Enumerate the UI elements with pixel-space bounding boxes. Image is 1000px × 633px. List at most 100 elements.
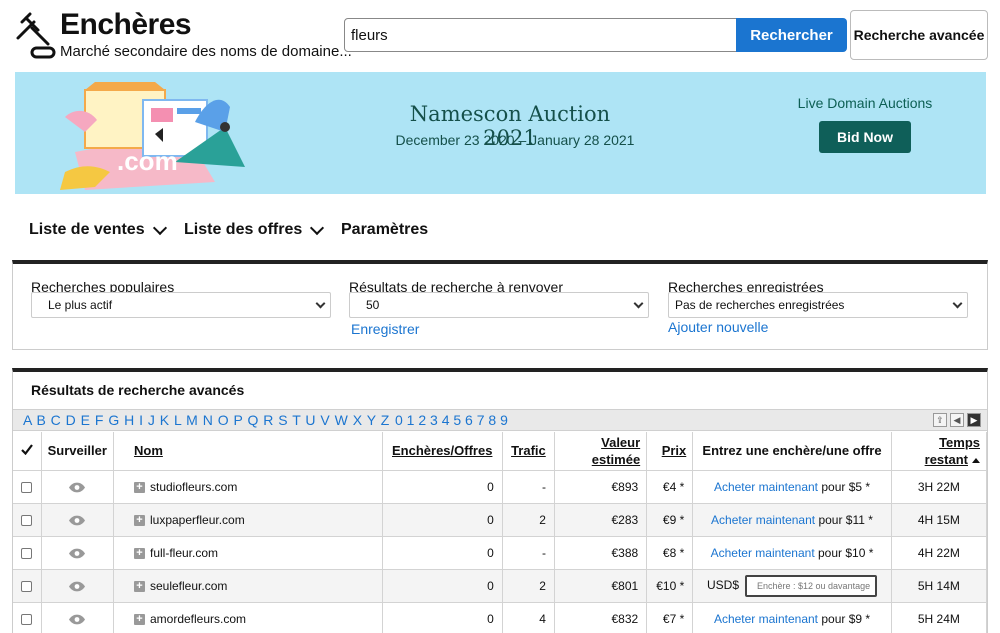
domain-name[interactable]: seulefleur.com bbox=[150, 579, 227, 593]
select-all-header[interactable] bbox=[13, 432, 42, 471]
buy-price: pour $11 * bbox=[818, 512, 873, 527]
price: €8 * bbox=[646, 536, 694, 570]
price: €10 * bbox=[646, 569, 694, 603]
chevron-down-icon bbox=[952, 298, 963, 309]
price: €7 * bbox=[646, 602, 694, 633]
buy-now-link[interactable]: Acheter maintenant bbox=[711, 546, 815, 560]
buy-now-link[interactable]: Acheter maintenant bbox=[711, 513, 815, 527]
bids-count: 0 bbox=[382, 503, 503, 537]
traffic: 2 bbox=[502, 569, 555, 603]
domain-name[interactable]: full-fleur.com bbox=[150, 546, 218, 560]
estimated-value: €283 bbox=[554, 503, 648, 537]
buy-now-link[interactable]: Acheter maintenant bbox=[714, 480, 818, 494]
next-page-icon[interactable]: ▶ bbox=[967, 413, 981, 427]
nav-offers-list[interactable]: Liste des offres bbox=[184, 220, 325, 239]
price: €4 * bbox=[646, 470, 694, 504]
col-time[interactable]: Temps restant bbox=[891, 432, 988, 471]
col-value[interactable]: Valeur estimée bbox=[554, 432, 648, 471]
buy-price: pour $10 * bbox=[818, 545, 874, 560]
bids-count: 0 bbox=[382, 470, 503, 504]
alphabet-filter-bar: A B C D E F G H I J K L M N O P Q R S T … bbox=[13, 409, 987, 431]
prev-page-icon[interactable]: ◀ bbox=[950, 413, 964, 427]
nav-settings[interactable]: Paramètres bbox=[341, 221, 428, 239]
banner-dotcom: .com bbox=[117, 146, 178, 176]
alphabet-letters[interactable]: A B C D E F G H I J K L M N O P Q R S T … bbox=[23, 412, 389, 428]
save-link[interactable]: Enregistrer bbox=[351, 321, 419, 337]
app-subtitle: Marché secondaire des noms de domaine... bbox=[60, 43, 352, 60]
col-bids-label: Enchères/Offres bbox=[392, 443, 493, 459]
expand-icon[interactable]: + bbox=[133, 613, 145, 625]
pager-tools: ⇪ ◀ ▶ bbox=[933, 413, 981, 427]
saved-searches-value: Pas de recherches enregistrées bbox=[675, 298, 845, 312]
nav-sales-list-label: Liste de ventes bbox=[29, 221, 145, 238]
table-row: + luxpaperfleur.com 0 2 €283 €9 * Acheter… bbox=[13, 503, 988, 537]
domain-name[interactable]: studiofleurs.com bbox=[150, 480, 237, 494]
eye-icon[interactable] bbox=[68, 581, 86, 592]
row-checkbox[interactable] bbox=[21, 481, 33, 493]
add-new-link[interactable]: Ajouter nouvelle bbox=[668, 319, 768, 335]
bid-now-button[interactable]: Bid Now bbox=[819, 121, 911, 153]
chevron-down-icon bbox=[315, 298, 326, 309]
row-checkbox[interactable] bbox=[21, 547, 33, 559]
col-name[interactable]: Nom bbox=[113, 432, 383, 471]
bid-amount-input[interactable]: Enchère : $12 ou davantage bbox=[745, 574, 877, 597]
gavel-icon bbox=[16, 12, 56, 59]
col-traffic-label: Trafic bbox=[511, 443, 546, 459]
banner-dates: December 23 2020 – January 28 2021 bbox=[395, 132, 635, 148]
banner-live-label: Live Domain Auctions bbox=[797, 95, 933, 111]
bids-count: 0 bbox=[382, 602, 503, 633]
search-filters: Recherches populaires Le plus actif Résu… bbox=[12, 260, 988, 350]
domain-name[interactable]: luxpaperfleur.com bbox=[150, 513, 245, 527]
search-input[interactable] bbox=[344, 18, 738, 52]
traffic: 4 bbox=[502, 602, 555, 633]
eye-icon[interactable] bbox=[68, 515, 86, 526]
results-table: Surveiller Nom Enchères/Offres Trafic Va… bbox=[13, 432, 988, 633]
col-name-label: Nom bbox=[133, 443, 163, 459]
row-checkbox[interactable] bbox=[21, 580, 33, 592]
row-checkbox[interactable] bbox=[21, 613, 33, 625]
bids-count: 0 bbox=[382, 536, 503, 570]
chevron-down-icon bbox=[633, 298, 644, 309]
col-price-label: Prix bbox=[661, 443, 687, 459]
estimated-value: €832 bbox=[554, 602, 648, 633]
nav-offers-list-label: Liste des offres bbox=[184, 221, 303, 238]
saved-searches-select[interactable]: Pas de recherches enregistrées bbox=[668, 292, 968, 318]
table-row: + full-fleur.com 0 - €388 €8 * Acheter ma… bbox=[13, 536, 988, 570]
buy-price: pour $5 * bbox=[821, 479, 871, 494]
traffic: 2 bbox=[502, 503, 555, 537]
expand-icon[interactable]: + bbox=[133, 547, 145, 559]
nav-sales-list[interactable]: Liste de ventes bbox=[29, 220, 167, 239]
app-title: Enchères bbox=[60, 8, 192, 41]
alphabet-digits[interactable]: 0 1 2 3 4 5 6 7 8 9 bbox=[395, 412, 508, 428]
advanced-search-button[interactable]: Recherche avancée bbox=[850, 10, 988, 60]
bids-count: 0 bbox=[382, 569, 503, 603]
buy-now-link[interactable]: Acheter maintenant bbox=[714, 612, 818, 626]
col-watch: Surveiller bbox=[41, 432, 114, 471]
table-row: + amordefleurs.com 0 4 €832 €7 * Acheter … bbox=[13, 602, 988, 633]
time-remaining: 3H 22M bbox=[891, 470, 988, 504]
time-remaining: 4H 15M bbox=[891, 503, 988, 537]
estimated-value: €893 bbox=[554, 470, 648, 504]
logo[interactable]: Enchères Marché secondaire des noms de d… bbox=[12, 8, 352, 62]
col-price[interactable]: Prix bbox=[646, 432, 694, 471]
expand-icon[interactable]: + bbox=[133, 514, 145, 526]
row-checkbox[interactable] bbox=[21, 514, 33, 526]
eye-icon[interactable] bbox=[68, 548, 86, 559]
eye-icon[interactable] bbox=[68, 614, 86, 625]
table-row: + studiofleurs.com 0 - €893 €4 * Acheter … bbox=[13, 470, 988, 504]
col-bids[interactable]: Enchères/Offres bbox=[382, 432, 503, 471]
eye-icon[interactable] bbox=[68, 482, 86, 493]
expand-icon[interactable]: + bbox=[133, 580, 145, 592]
popular-searches-select[interactable]: Le plus actif bbox=[31, 292, 331, 318]
domain-name[interactable]: amordefleurs.com bbox=[150, 612, 246, 626]
checkmark-icon bbox=[21, 444, 33, 456]
results-count-select[interactable]: 50 bbox=[349, 292, 649, 318]
buy-price: pour $9 * bbox=[821, 611, 871, 626]
col-traffic[interactable]: Trafic bbox=[502, 432, 555, 471]
chevron-down-icon bbox=[310, 220, 325, 235]
col-value-label: Valeur estimée bbox=[591, 434, 641, 467]
search-button[interactable]: Rechercher bbox=[736, 18, 847, 52]
export-icon[interactable]: ⇪ bbox=[933, 413, 947, 427]
price: €9 * bbox=[646, 503, 694, 537]
expand-icon[interactable]: + bbox=[133, 481, 145, 493]
